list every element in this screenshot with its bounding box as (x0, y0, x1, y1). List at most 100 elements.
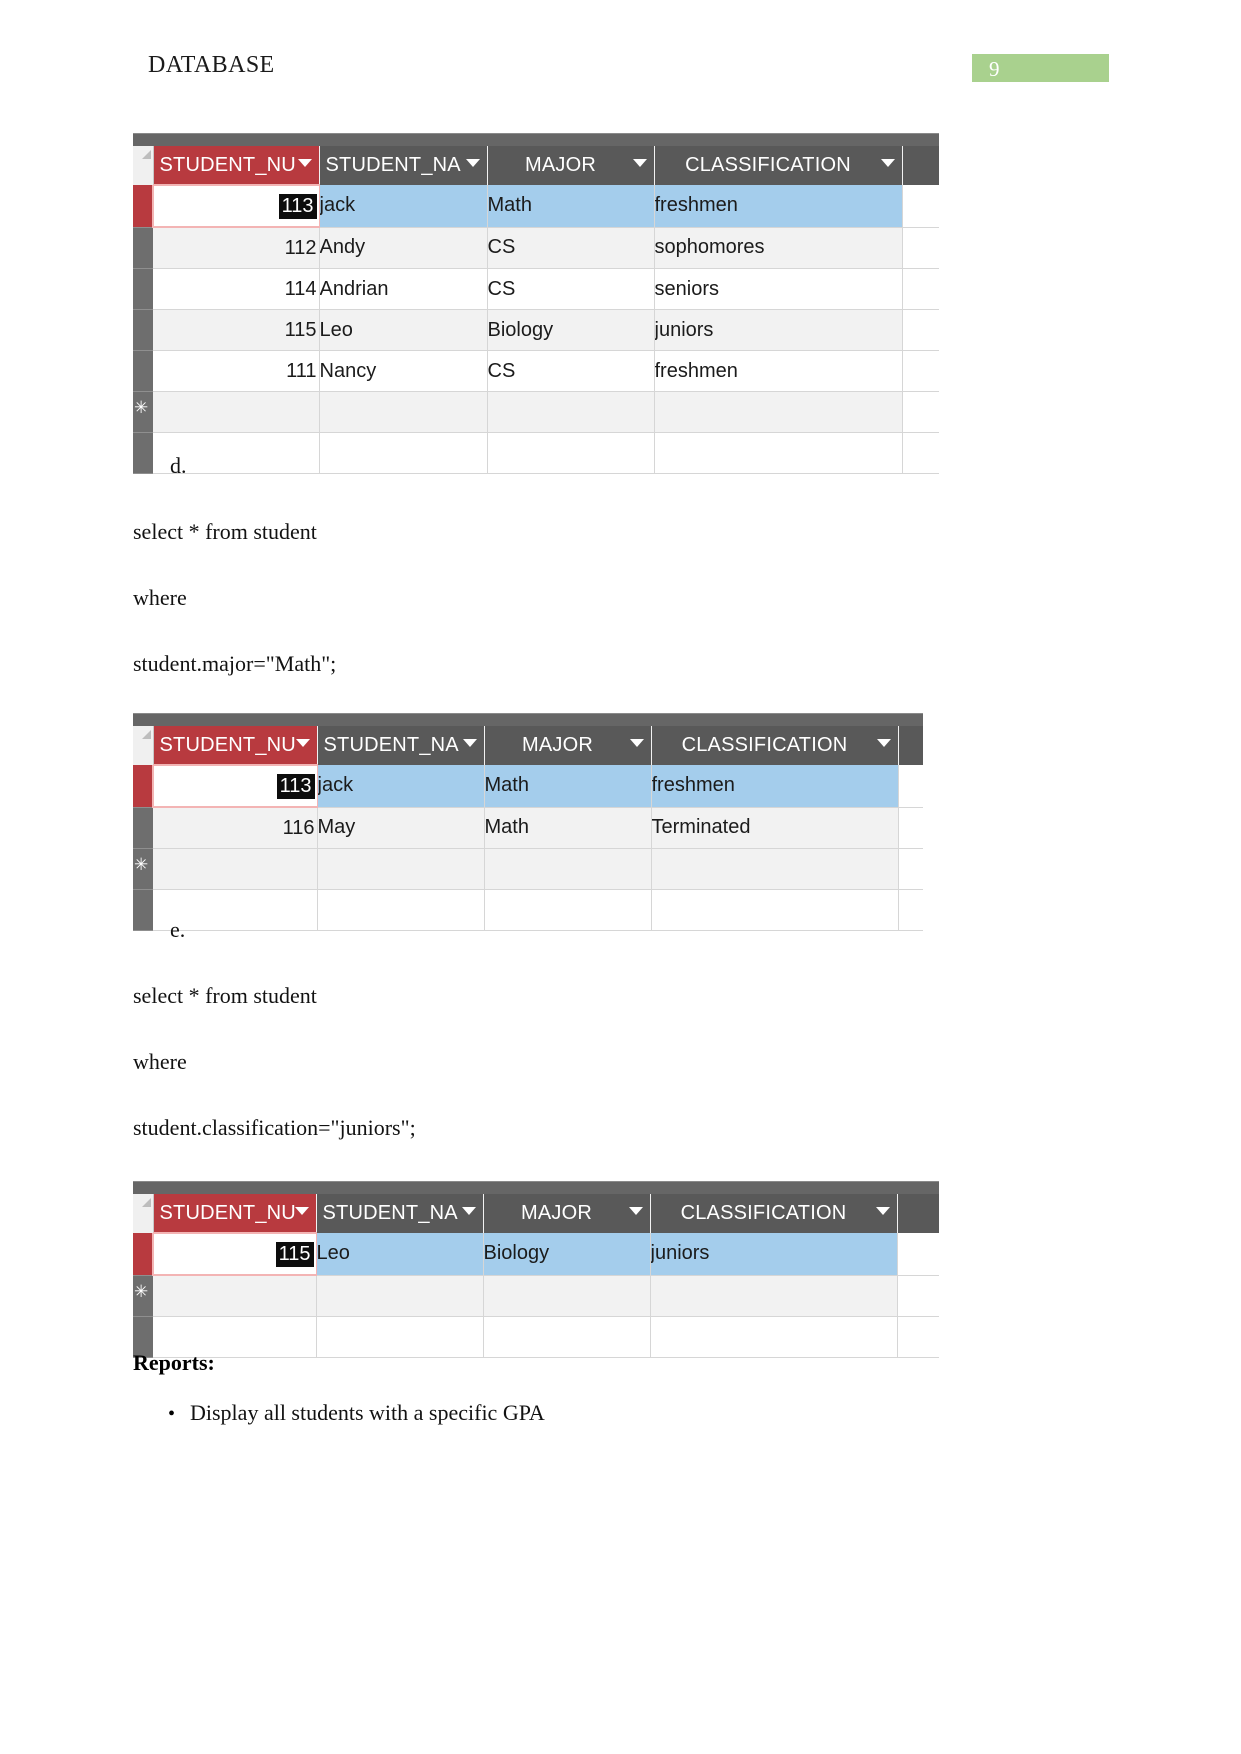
table-row[interactable]: 115 Leo Biology juniors (133, 1232, 939, 1276)
chevron-down-icon[interactable] (462, 739, 477, 747)
chevron-down-icon[interactable] (629, 739, 644, 747)
cell-major[interactable]: Math (484, 807, 652, 849)
cell-student-number[interactable]: 112 (153, 227, 320, 269)
new-record-row[interactable] (133, 848, 923, 890)
cell-student-name[interactable]: May (317, 807, 485, 849)
column-header-student-name[interactable]: STUDENT_NA (317, 726, 485, 765)
select-all-corner[interactable] (133, 146, 154, 185)
cell-classification-empty[interactable] (650, 1275, 898, 1317)
new-record-row[interactable] (133, 1275, 939, 1317)
cell-major[interactable]: Math (484, 765, 652, 808)
cell-student-name-empty[interactable] (317, 848, 485, 890)
cell-classification[interactable]: sophomores (654, 227, 903, 269)
chevron-down-icon[interactable] (461, 1207, 476, 1215)
cell-major-empty[interactable] (483, 1275, 651, 1317)
chevron-down-icon[interactable] (294, 1207, 309, 1215)
cell-student-number-empty[interactable] (153, 848, 318, 890)
cell-major[interactable]: CS (487, 350, 655, 392)
row-selector[interactable] (133, 350, 153, 392)
row-selector[interactable] (133, 1233, 153, 1276)
table-row[interactable]: 113 jack Math freshmen (133, 184, 939, 228)
cell-student-name[interactable]: Leo (319, 309, 488, 351)
cell-classification[interactable]: freshmen (654, 185, 903, 228)
new-record-row[interactable] (133, 391, 939, 433)
cell-classification-empty[interactable] (654, 391, 903, 433)
cell-classification[interactable]: freshmen (654, 350, 903, 392)
datasheet-table-2[interactable]: STUDENT_NU STUDENT_NA MAJOR CLASSIFICATI… (133, 713, 923, 931)
column-header-major[interactable]: MAJOR (487, 146, 655, 185)
cell-student-name[interactable]: Nancy (319, 350, 488, 392)
table-row[interactable]: 116 May Math Terminated (133, 807, 923, 849)
cell-student-number[interactable]: 115 (152, 1232, 317, 1276)
cell-student-number[interactable]: 114 (153, 268, 320, 310)
cell-classification-empty[interactable] (651, 848, 899, 890)
cell-student-number[interactable]: 113 (152, 764, 318, 808)
row-selector[interactable] (133, 765, 153, 808)
row-selector[interactable] (133, 309, 153, 351)
datasheet-table-3[interactable]: STUDENT_NU STUDENT_NA MAJOR CLASSIFICATI… (133, 1181, 939, 1358)
cell-major[interactable]: CS (487, 227, 655, 269)
new-record-marker-icon[interactable] (133, 1275, 153, 1317)
table-row[interactable]: 111 Nancy CS freshmen (133, 350, 939, 392)
column-header-major[interactable]: MAJOR (483, 1194, 651, 1233)
column-header-student-number[interactable]: STUDENT_NU (153, 726, 318, 765)
cell-student-name[interactable]: jack (319, 185, 488, 228)
cell-major[interactable]: Biology (483, 1233, 651, 1276)
table-row[interactable]: 112 Andy CS sophomores (133, 227, 939, 269)
table-row[interactable]: 113 jack Math freshmen (133, 764, 923, 808)
cell-student-number-empty[interactable] (153, 391, 320, 433)
cell-student-name[interactable]: Andy (319, 227, 488, 269)
cell-student-name-empty[interactable] (319, 391, 488, 433)
column-header-major[interactable]: MAJOR (484, 726, 652, 765)
cell-major[interactable]: CS (487, 268, 655, 310)
column-header-student-number[interactable]: STUDENT_NU (153, 146, 320, 185)
cell-major[interactable]: Biology (487, 309, 655, 351)
new-record-marker-icon[interactable] (133, 848, 153, 890)
chevron-down-icon[interactable] (297, 159, 312, 167)
select-all-corner[interactable] (133, 726, 154, 765)
cell-major-empty[interactable] (484, 848, 652, 890)
column-header-classification[interactable]: CLASSIFICATION (651, 726, 899, 765)
cell-classification[interactable]: freshmen (651, 765, 899, 808)
cell-student-name-empty[interactable] (316, 1275, 484, 1317)
row-selector[interactable] (133, 268, 153, 310)
cell-classification[interactable]: juniors (654, 309, 903, 351)
cell-major[interactable]: Math (487, 185, 655, 228)
cell-student-name[interactable]: jack (317, 765, 485, 808)
cell-student-name[interactable]: Andrian (319, 268, 488, 310)
chevron-down-icon[interactable] (295, 739, 310, 747)
cell-student-number[interactable]: 116 (153, 807, 318, 849)
datasheet-grid[interactable]: STUDENT_NU STUDENT_NA MAJOR CLASSIFICATI… (133, 146, 939, 474)
cell-classification[interactable]: juniors (650, 1233, 898, 1276)
chevron-down-icon[interactable] (875, 1207, 890, 1215)
datasheet-grid[interactable]: STUDENT_NU STUDENT_NA MAJOR CLASSIFICATI… (133, 1194, 939, 1358)
datasheet-table-1[interactable]: STUDENT_NU STUDENT_NA MAJOR CLASSIFICATI… (133, 133, 939, 474)
column-header-student-name[interactable]: STUDENT_NA (319, 146, 488, 185)
cell-student-name[interactable]: Leo (316, 1233, 484, 1276)
chevron-down-icon[interactable] (465, 159, 480, 167)
select-all-triangle (141, 150, 151, 159)
chevron-down-icon[interactable] (876, 739, 891, 747)
select-all-corner[interactable] (133, 1194, 154, 1233)
new-record-marker-icon[interactable] (133, 391, 153, 433)
chevron-down-icon[interactable] (880, 159, 895, 167)
cell-student-number[interactable]: 111 (153, 350, 320, 392)
cell-student-number-empty[interactable] (153, 1275, 317, 1317)
chevron-down-icon[interactable] (628, 1207, 643, 1215)
chevron-down-icon[interactable] (632, 159, 647, 167)
cell-major-empty[interactable] (487, 391, 655, 433)
column-header-student-number[interactable]: STUDENT_NU (153, 1194, 317, 1233)
row-selector[interactable] (133, 227, 153, 269)
cell-student-number[interactable]: 113 (152, 184, 320, 228)
column-header-classification[interactable]: CLASSIFICATION (650, 1194, 898, 1233)
datasheet-grid[interactable]: STUDENT_NU STUDENT_NA MAJOR CLASSIFICATI… (133, 726, 923, 931)
cell-student-number[interactable]: 115 (153, 309, 320, 351)
cell-classification[interactable]: seniors (654, 268, 903, 310)
table-row[interactable]: 114 Andrian CS seniors (133, 268, 939, 310)
column-header-classification[interactable]: CLASSIFICATION (654, 146, 903, 185)
column-header-student-name[interactable]: STUDENT_NA (316, 1194, 484, 1233)
row-selector[interactable] (133, 807, 153, 849)
row-selector[interactable] (133, 185, 153, 228)
cell-classification[interactable]: Terminated (651, 807, 899, 849)
table-row[interactable]: 115 Leo Biology juniors (133, 309, 939, 351)
